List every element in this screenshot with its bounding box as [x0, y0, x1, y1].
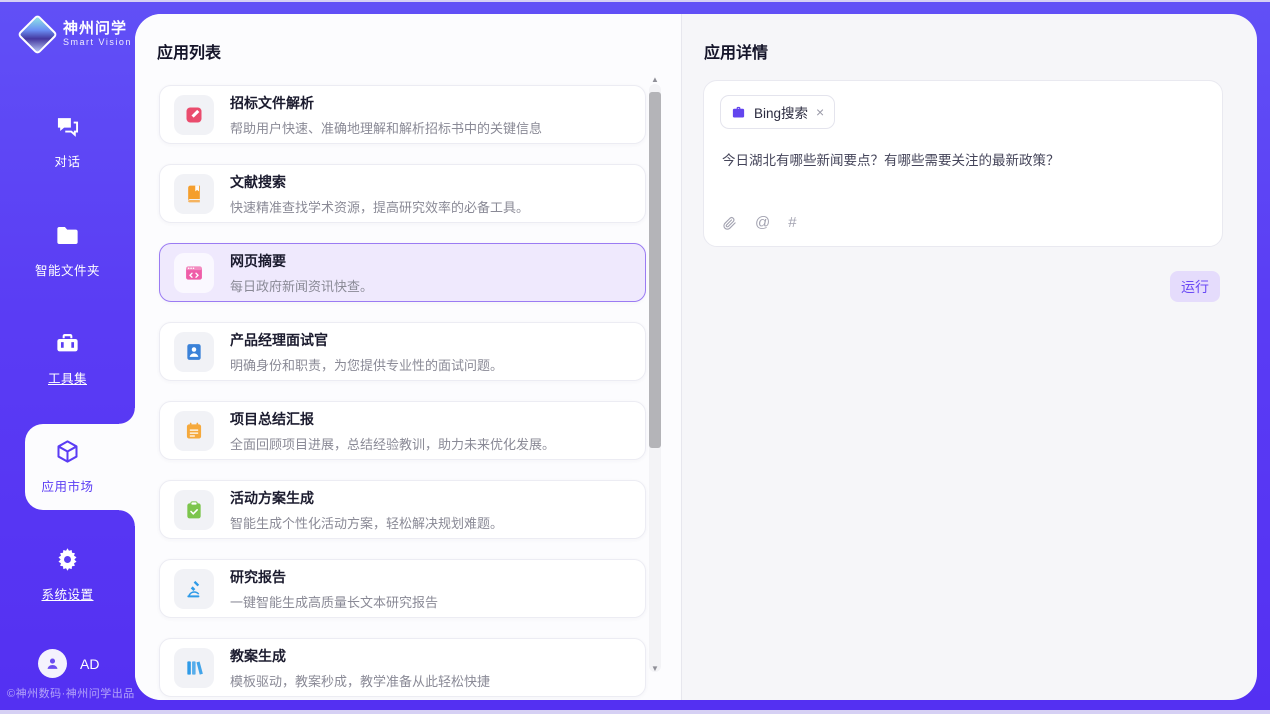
app-name: 活动方案生成: [230, 488, 503, 508]
app-list: 招标文件解析帮助用户快速、准确地理解和解析招标书中的关键信息文献搜索快速精准查找…: [159, 85, 646, 700]
app-list-item[interactable]: 文献搜索快速精准查找学术资源，提高研究效率的必备工具。: [159, 164, 646, 223]
app-item-texts: 网页摘要每日政府新闻资讯快查。: [230, 251, 373, 295]
app-list-item[interactable]: 招标文件解析帮助用户快速、准确地理解和解析招标书中的关键信息: [159, 85, 646, 144]
browser-code-icon: [174, 253, 214, 293]
window-top-edge: [0, 0, 1270, 2]
main-content: 应用列表 招标文件解析帮助用户快速、准确地理解和解析招标书中的关键信息文献搜索快…: [135, 14, 1257, 700]
scrollbar-thumb[interactable]: [649, 92, 661, 448]
sidebar-item-label: 智能文件夹: [0, 260, 135, 279]
app-name: 网页摘要: [230, 251, 373, 271]
app-list-item[interactable]: 项目总结汇报全面回顾项目进展，总结经验教训，助力未来优化发展。: [159, 401, 646, 460]
interview-icon: [174, 332, 214, 372]
note-icon: [174, 411, 214, 451]
sidebar-item-label: 应用市场: [0, 476, 135, 495]
app-description: 明确身份和职责，为您提供专业性的面试问题。: [230, 355, 503, 374]
paperclip-icon[interactable]: [722, 216, 737, 231]
app-list-panel: 应用列表 招标文件解析帮助用户快速、准确地理解和解析招标书中的关键信息文献搜索快…: [135, 14, 681, 700]
app-list-title: 应用列表: [157, 39, 221, 63]
query-text[interactable]: 今日湖北有哪些新闻要点？有哪些需要关注的最新政策？: [722, 151, 1206, 171]
app-window: { "brand": {"name": "神州问学", "subtitle": …: [0, 0, 1270, 714]
copyright-text: ©神州数码·神州问学出品: [7, 685, 135, 701]
person-icon: [44, 655, 61, 672]
sidebar-item-label: 工具集: [0, 368, 135, 387]
chat-icon: [54, 113, 81, 140]
app-name: 文献搜索: [230, 172, 529, 192]
run-button[interactable]: 运行: [1170, 271, 1220, 302]
folder-icon: [54, 222, 81, 249]
close-icon[interactable]: ×: [816, 105, 824, 119]
tool-tag-bing-search[interactable]: Bing搜索 ×: [720, 95, 835, 129]
app-name: 产品经理面试官: [230, 330, 503, 350]
user-account[interactable]: AD: [38, 649, 99, 678]
cube-icon: [54, 438, 81, 465]
app-list-item[interactable]: 活动方案生成智能生成个性化活动方案，轻松解决规划难题。: [159, 480, 646, 539]
briefcase-icon: [731, 105, 746, 120]
brand-text: 神州问学 Smart Vision: [63, 20, 132, 48]
app-name: 项目总结汇报: [230, 409, 555, 429]
sidebar-item-智能文件夹[interactable]: 智能文件夹: [0, 222, 135, 279]
scrollbar-up-arrow[interactable]: ▲: [649, 75, 661, 85]
microscope-icon: [174, 569, 214, 609]
app-item-texts: 研究报告一键智能生成高质量长文本研究报告: [230, 567, 438, 611]
app-name: 招标文件解析: [230, 93, 542, 113]
tool-tag-label: Bing搜索: [754, 102, 808, 122]
at-icon[interactable]: @: [755, 215, 770, 231]
app-detail-panel: 应用详情 Bing搜索 × 今日湖北有哪些新闻要点？有哪些需要关注的最新政策？ …: [681, 14, 1257, 700]
sidebar: 神州问学 Smart Vision 对话智能文件夹工具集应用市场系统设置 AD …: [0, 2, 135, 710]
pen-square-icon: [174, 95, 214, 135]
avatar[interactable]: [38, 649, 67, 678]
app-description: 每日政府新闻资讯快查。: [230, 276, 373, 295]
books-icon: [174, 648, 214, 688]
sidebar-item-应用市场[interactable]: 应用市场: [0, 438, 135, 495]
sidebar-item-label: 系统设置: [0, 584, 135, 603]
app-description: 快速精准查找学术资源，提高研究效率的必备工具。: [230, 197, 529, 216]
app-description: 全面回顾项目进展，总结经验教训，助力未来优化发展。: [230, 434, 555, 453]
app-list-item[interactable]: 网页摘要每日政府新闻资讯快查。: [159, 243, 646, 302]
app-name: 研究报告: [230, 567, 438, 587]
sidebar-item-工具集[interactable]: 工具集: [0, 330, 135, 387]
gear-icon: [54, 546, 81, 573]
brand-diamond-icon: [18, 15, 56, 53]
sidebar-item-对话[interactable]: 对话: [0, 113, 135, 170]
scrollbar-down-arrow[interactable]: ▼: [649, 664, 661, 674]
prompt-input[interactable]: Bing搜索 × 今日湖北有哪些新闻要点？有哪些需要关注的最新政策？ @ #: [703, 80, 1223, 247]
app-description: 模板驱动，教案秒成，教学准备从此轻松快捷: [230, 671, 490, 690]
app-item-texts: 招标文件解析帮助用户快速、准确地理解和解析招标书中的关键信息: [230, 93, 542, 137]
app-list-item[interactable]: 教案生成模板驱动，教案秒成，教学准备从此轻松快捷: [159, 638, 646, 697]
app-name: 教案生成: [230, 646, 490, 666]
brand-subtitle: Smart Vision: [63, 37, 132, 48]
sidebar-item-系统设置[interactable]: 系统设置: [0, 546, 135, 603]
app-description: 帮助用户快速、准确地理解和解析招标书中的关键信息: [230, 118, 542, 137]
app-item-texts: 产品经理面试官明确身份和职责，为您提供专业性的面试问题。: [230, 330, 503, 374]
app-item-texts: 文献搜索快速精准查找学术资源，提高研究效率的必备工具。: [230, 172, 529, 216]
toolbox-icon: [54, 330, 81, 357]
app-description: 一键智能生成高质量长文本研究报告: [230, 592, 438, 611]
app-list-item[interactable]: 产品经理面试官明确身份和职责，为您提供专业性的面试问题。: [159, 322, 646, 381]
input-toolbar: @ #: [722, 215, 797, 231]
sidebar-item-label: 对话: [0, 151, 135, 170]
app-item-texts: 项目总结汇报全面回顾项目进展，总结经验教训，助力未来优化发展。: [230, 409, 555, 453]
brand-name: 神州问学: [63, 20, 132, 37]
app-detail-title: 应用详情: [704, 39, 768, 63]
clipboard-check-icon: [174, 490, 214, 530]
hash-icon[interactable]: #: [788, 215, 796, 231]
app-description: 智能生成个性化活动方案，轻松解决规划难题。: [230, 513, 503, 532]
user-initials: AD: [80, 656, 99, 672]
book-icon: [174, 174, 214, 214]
window-bottom-edge: [0, 710, 1270, 714]
brand-logo: 神州问学 Smart Vision: [18, 15, 132, 53]
app-item-texts: 活动方案生成智能生成个性化活动方案，轻松解决规划难题。: [230, 488, 503, 532]
app-list-item[interactable]: 研究报告一键智能生成高质量长文本研究报告: [159, 559, 646, 618]
app-item-texts: 教案生成模板驱动，教案秒成，教学准备从此轻松快捷: [230, 646, 490, 690]
